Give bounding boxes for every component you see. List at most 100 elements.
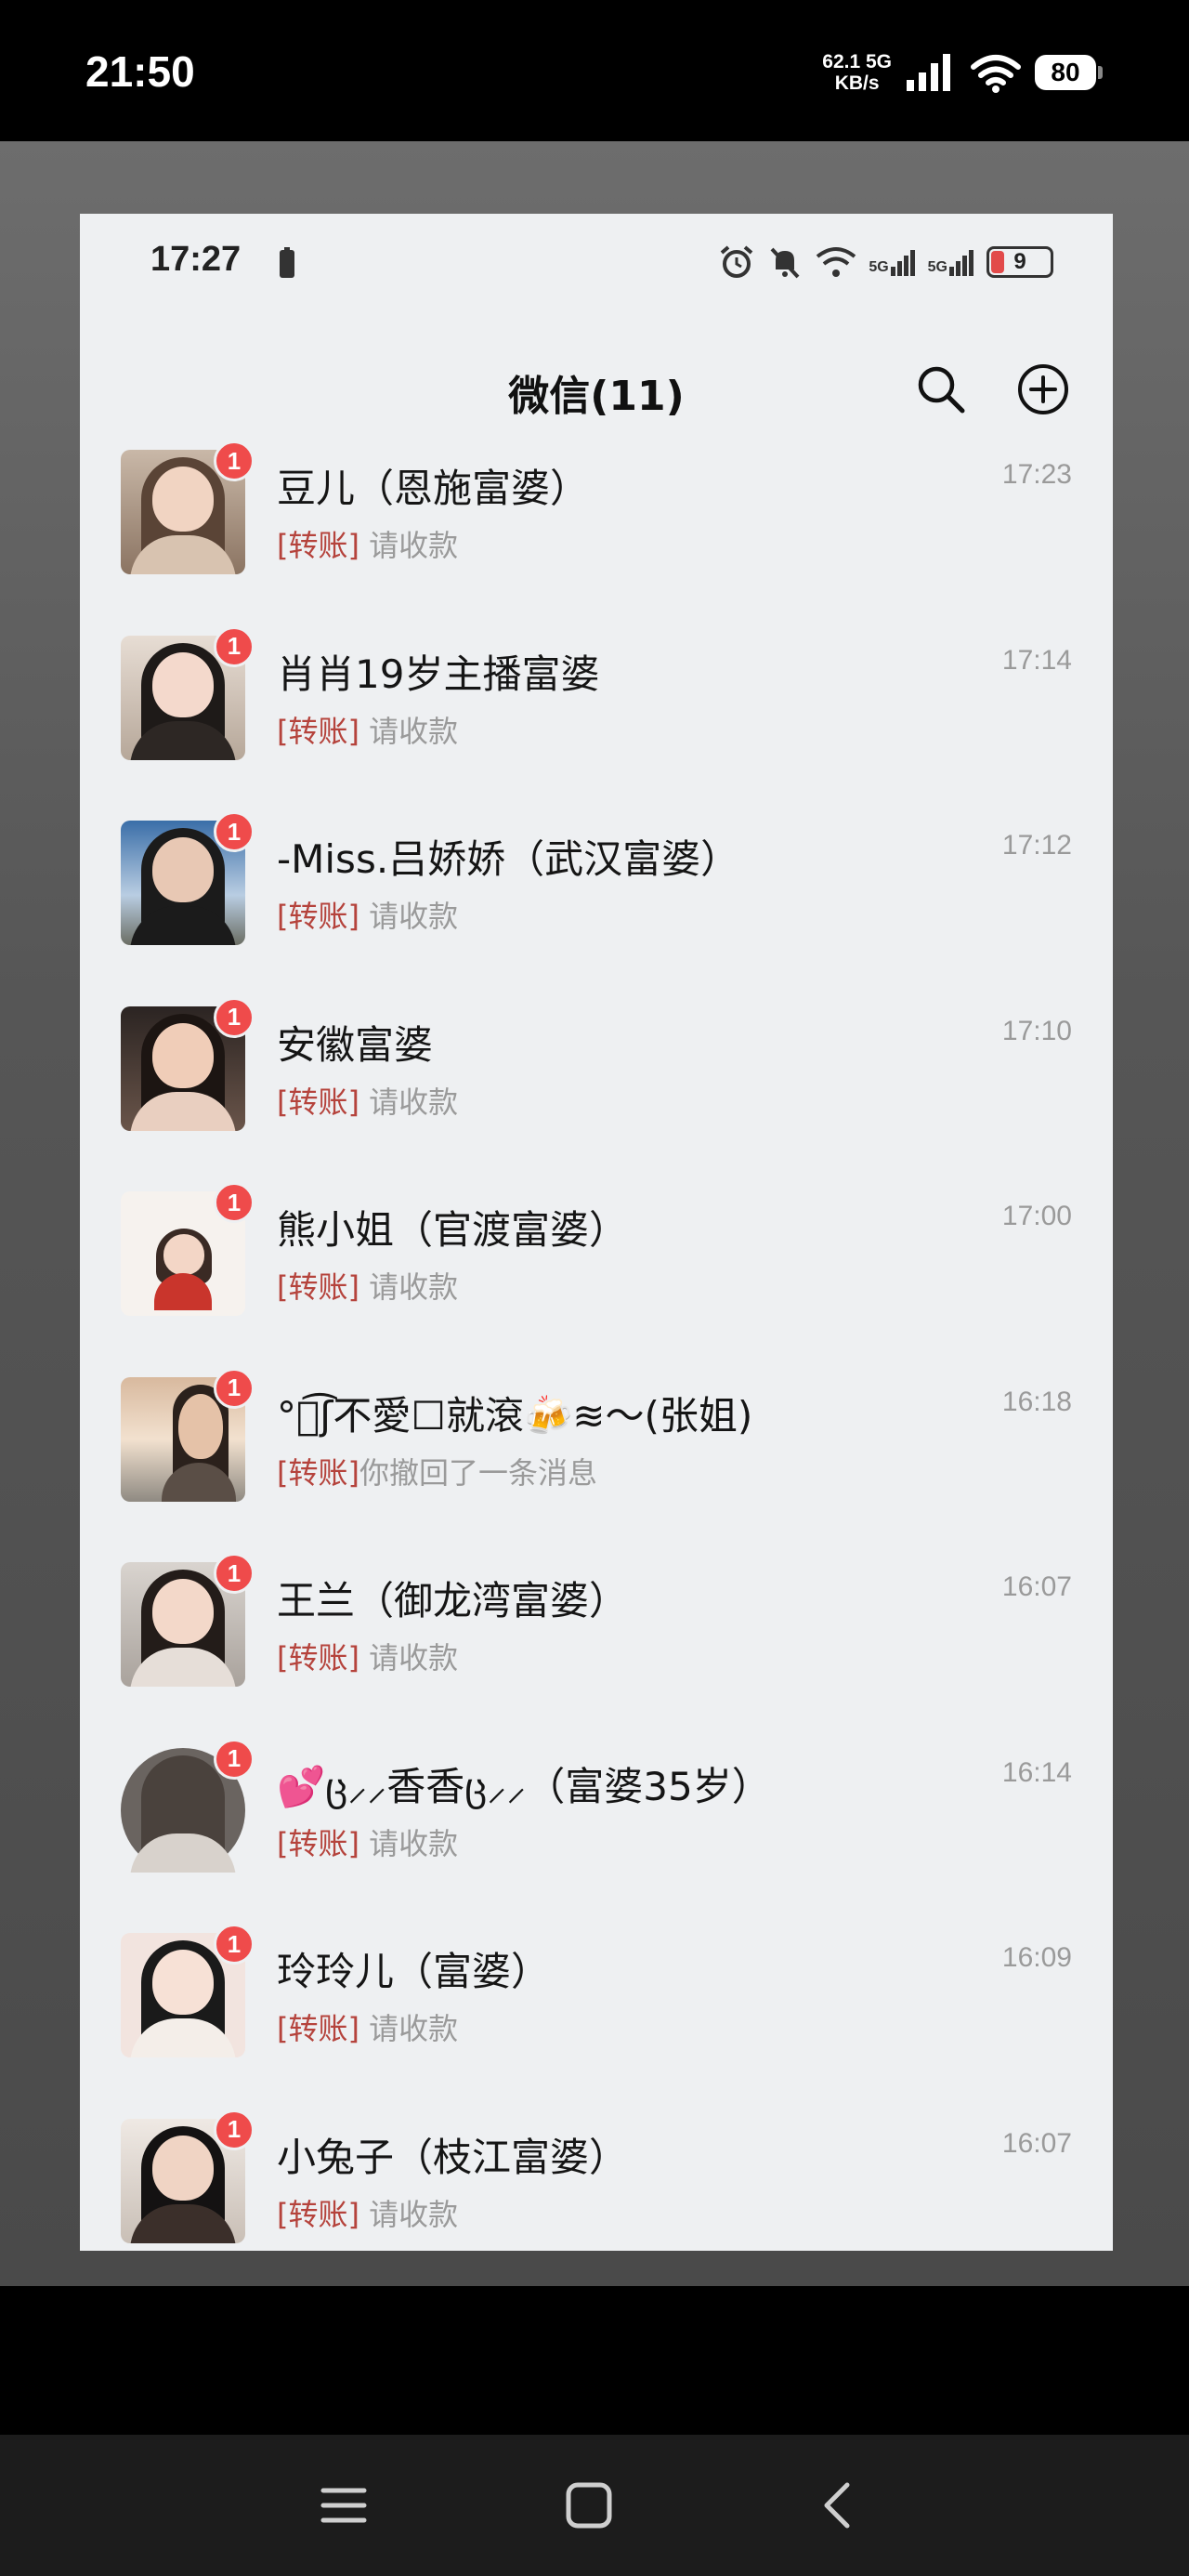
inner-signal-icon-1 [890, 250, 915, 276]
chat-time: 17:14 [1001, 644, 1072, 676]
chat-row-7[interactable]: 1 王兰（御龙湾富婆） 16:07 [转账] 请收款 [80, 1553, 1113, 1748]
chat-preview: [转账] 请收款 [277, 708, 458, 751]
low-battery-icon [280, 247, 294, 278]
chat-time: 16:14 [1001, 1756, 1072, 1788]
menu-icon[interactable] [316, 2477, 372, 2533]
chat-name: -Miss.吕娇娇（武汉富婆） [277, 836, 740, 882]
chat-row-1[interactable]: 1 豆儿（恩施富婆） 17:23 [转账] 请收款 [80, 440, 1113, 636]
chat-row-10[interactable]: 1 小兔子（枝江富婆） 16:07 [转账] 请收款 [80, 2109, 1113, 2252]
transfer-tag: [转账] [277, 1084, 359, 1120]
signal-icon [907, 54, 950, 91]
unread-badge: 1 [214, 996, 255, 1038]
chat-preview: [转账] 请收款 [277, 2005, 458, 2048]
transfer-tag: [转账] [277, 899, 359, 934]
inner-signal-group-1: 5G [869, 248, 916, 276]
chat-preview: [转账] 请收款 [277, 1820, 458, 1863]
outer-battery-indicator: 80 [1035, 55, 1103, 90]
preview-text: 你撤回了一条消息 [359, 1454, 597, 1491]
chat-row-4[interactable]: 1 安徽富婆 17:10 [转账] 请收款 [80, 996, 1113, 1192]
chat-name: 安徽富婆 [277, 1021, 434, 1068]
chat-time: 17:12 [1001, 830, 1072, 861]
outer-status-icons: 62.1 5G KB/s 80 [822, 46, 1103, 99]
preview-text: 请收款 [369, 713, 459, 749]
chat-time: 16:18 [1001, 1386, 1072, 1417]
chat-name: 玲玲儿（富婆） [277, 1949, 551, 1994]
unread-badge: 1 [214, 1738, 255, 1780]
preview-text: 请收款 [369, 899, 459, 934]
chat-preview: [转账] 请收款 [277, 893, 458, 936]
network-speed: 62.1 5G KB/s [822, 51, 892, 94]
unread-badge: 1 [214, 811, 255, 852]
back-icon[interactable] [810, 2477, 866, 2533]
chat-name: 王兰（御龙湾富婆） [277, 1578, 629, 1623]
chat-preview: [转账] 请收款 [277, 1264, 458, 1307]
chat-time: 17:00 [1001, 1201, 1072, 1231]
system-navigation-bar [0, 2435, 1189, 2576]
wechat-screenshot-card: 17:27 5G 5G 9 微信(11) 1 豆儿（恩施富婆） 17:23 [转… [80, 214, 1113, 2251]
transfer-tag: [转账] [277, 2011, 359, 2046]
inner-battery-indicator: 9 [986, 246, 1053, 278]
unread-badge: 1 [214, 625, 255, 667]
chat-row-8[interactable]: 1 💕ც⸝⸝香香ც⸝⸝（富婆35岁） 16:14 [转账] 请收款 [80, 1738, 1113, 1934]
chat-preview: [转账] 请收款 [277, 522, 458, 565]
add-circle-icon[interactable] [1016, 362, 1070, 416]
chat-name: 豆儿（恩施富婆） [277, 466, 590, 511]
chat-preview: [转账] 请收款 [277, 2191, 458, 2234]
inner-network-label-2: 5G [927, 259, 947, 275]
transfer-tag: [转账] [277, 1269, 359, 1305]
mute-bell-icon [770, 247, 800, 279]
transfer-tag: [转账] [277, 1640, 359, 1676]
network-type-label: 5G [865, 51, 892, 72]
preview-text: 请收款 [369, 1084, 459, 1120]
inner-wifi-icon [817, 247, 856, 277]
chat-time: 16:07 [1001, 2127, 1072, 2159]
transfer-tag: [转账] [277, 1825, 359, 1861]
unread-badge: 1 [214, 1553, 255, 1594]
wechat-header: 微信(11) [80, 335, 1113, 446]
preview-text: 请收款 [369, 1640, 459, 1676]
transfer-tag: [转账] [277, 1454, 359, 1491]
unread-badge: 1 [214, 1367, 255, 1409]
chat-name: 💕ც⸝⸝香香ც⸝⸝（富婆35岁） [277, 1763, 771, 1809]
chat-list: 1 豆儿（恩施富婆） 17:23 [转账] 请收款 1 肖肖19岁主播富婆 17… [80, 440, 1113, 2252]
chat-time: 17:10 [1001, 1015, 1072, 1046]
transfer-tag: [转账] [277, 713, 359, 749]
preview-text: 请收款 [369, 2196, 459, 2232]
outer-status-time: 21:50 [85, 47, 195, 96]
chat-row-9[interactable]: 1 玲玲儿（富婆） 16:09 [转账] 请收款 [80, 1924, 1113, 2119]
unread-badge: 1 [214, 440, 255, 481]
outer-status-bar: 21:50 62.1 5G KB/s 80 [0, 0, 1189, 141]
transfer-tag: [转账] [277, 528, 359, 563]
preview-text: 请收款 [369, 1825, 459, 1861]
chat-preview: [转账] 请收款 [277, 1079, 458, 1122]
network-speed-value: 62.1 [822, 51, 861, 72]
home-icon[interactable] [561, 2477, 617, 2533]
chat-time: 16:09 [1001, 1942, 1072, 1973]
network-speed-unit: KB/s [834, 72, 880, 94]
chat-preview: [转账]你撤回了一条消息 [277, 1450, 597, 1492]
unread-badge: 1 [214, 1924, 255, 1965]
inner-status-bar: 17:27 5G 5G 9 [80, 214, 1113, 316]
chat-name: 小兔子（枝江富婆） [277, 2134, 629, 2180]
unread-badge: 1 [214, 2109, 255, 2150]
chat-name: 肖肖19岁主播富婆 [277, 651, 600, 697]
chat-row-5[interactable]: 1 熊小姐（官渡富婆） 17:00 [转账] 请收款 [80, 1182, 1113, 1377]
alarm-icon [721, 245, 753, 278]
search-icon[interactable] [914, 362, 968, 416]
chat-name: °ั͡ʃ不愛☐就滾🍻≋〜(张姐) [277, 1392, 753, 1439]
chat-row-3[interactable]: 1 -Miss.吕娇娇（武汉富婆） 17:12 [转账] 请收款 [80, 811, 1113, 1006]
chat-preview: [转账] 请收款 [277, 1635, 458, 1677]
preview-text: 请收款 [369, 1269, 459, 1305]
chat-row-6[interactable]: 1 °ั͡ʃ不愛☐就滾🍻≋〜(张姐) 16:18 [转账]你撤回了一条消息 [80, 1367, 1113, 1563]
preview-text: 请收款 [369, 528, 459, 563]
wifi-icon [971, 55, 1021, 93]
chat-time: 17:23 [1001, 459, 1072, 490]
chat-name: 熊小姐（官渡富婆） [277, 1207, 629, 1253]
chat-row-2[interactable]: 1 肖肖19岁主播富婆 17:14 [转账] 请收款 [80, 625, 1113, 821]
inner-network-label-1: 5G [869, 259, 889, 275]
transfer-tag: [转账] [277, 2196, 359, 2232]
inner-status-time: 17:27 [150, 240, 242, 279]
preview-text: 请收款 [369, 2011, 459, 2046]
bottom-black-band [0, 2286, 1189, 2435]
inner-signal-icon-2 [949, 250, 973, 276]
